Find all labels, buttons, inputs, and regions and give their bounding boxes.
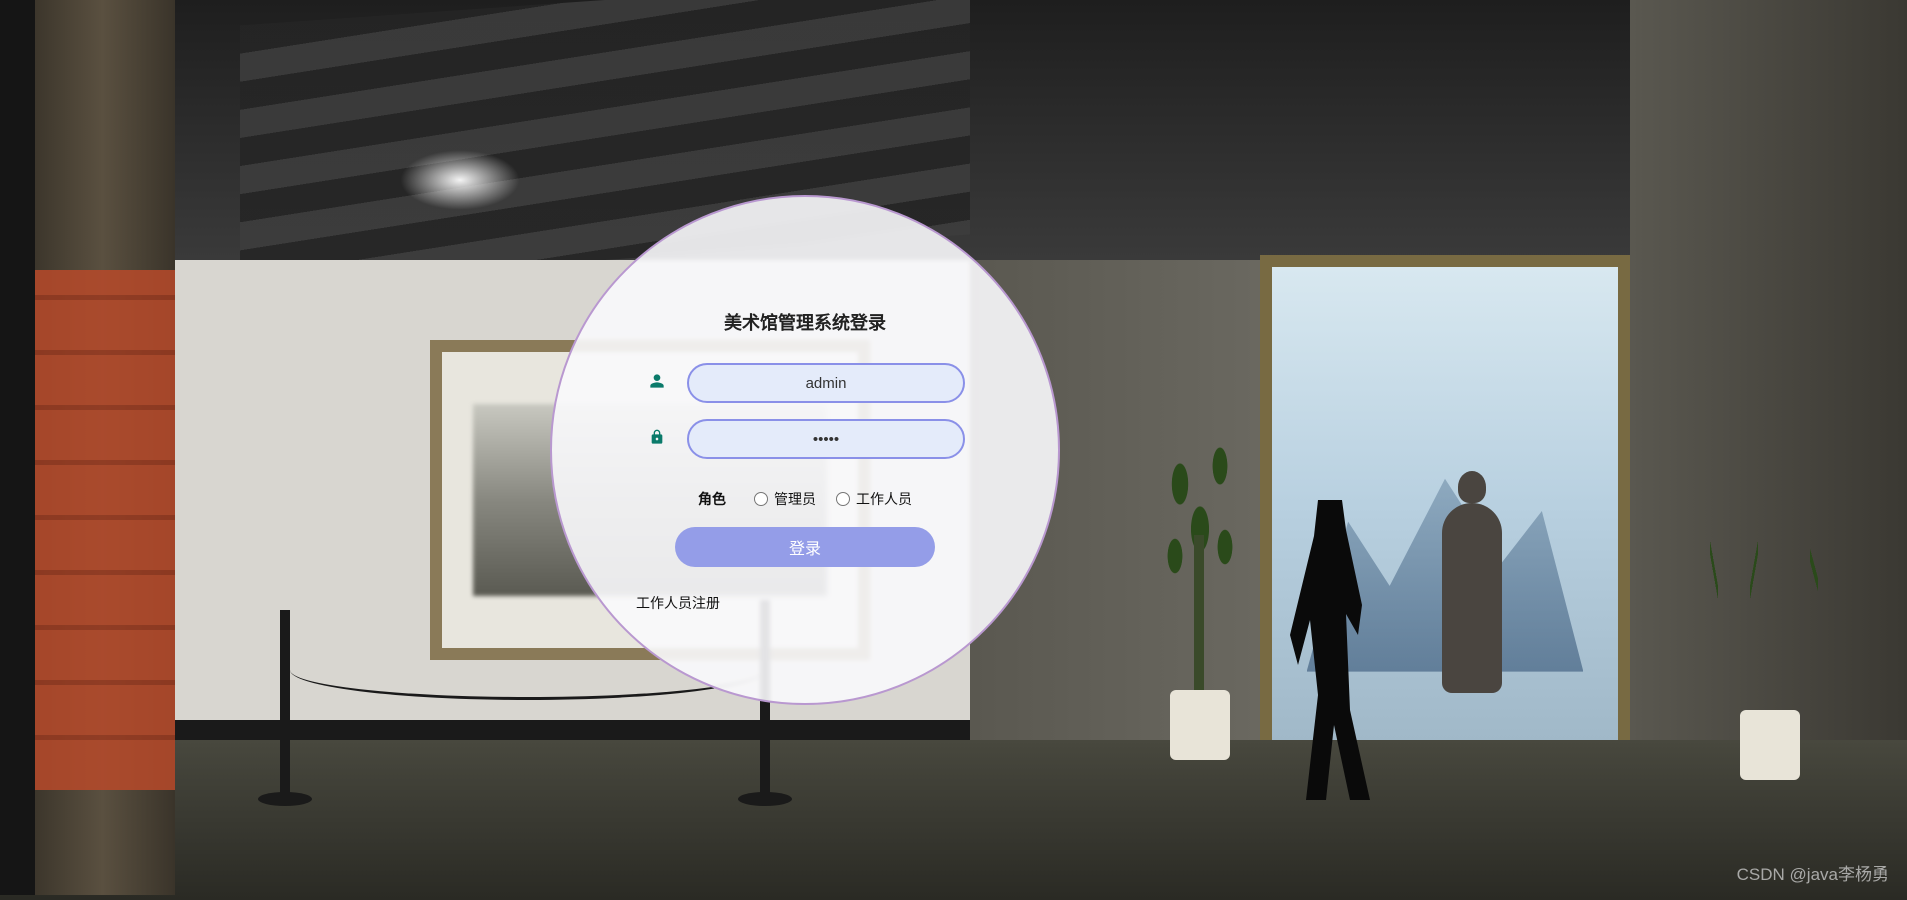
- lock-icon: [645, 429, 669, 450]
- role-option-admin-label: 管理员: [774, 489, 816, 509]
- role-option-staff[interactable]: 工作人员: [836, 489, 912, 509]
- role-selector: 角色 管理员 工作人员: [698, 489, 912, 509]
- role-radio-staff[interactable]: [836, 492, 850, 506]
- login-title: 美术馆管理系统登录: [724, 309, 886, 335]
- role-radio-admin[interactable]: [754, 492, 768, 506]
- password-input[interactable]: [687, 419, 965, 459]
- role-option-staff-label: 工作人员: [856, 489, 912, 509]
- password-row: [645, 419, 965, 459]
- login-button[interactable]: 登录: [675, 527, 935, 567]
- staff-register-link[interactable]: 工作人员注册: [636, 593, 720, 613]
- username-input[interactable]: [687, 363, 965, 403]
- role-option-admin[interactable]: 管理员: [754, 489, 816, 509]
- watermark-text: CSDN @java李杨勇: [1737, 860, 1889, 885]
- user-icon: [645, 373, 669, 394]
- role-label: 角色: [698, 489, 726, 509]
- login-panel: 美术馆管理系统登录 角色 管理员 工作人员 登录 工作人员注册: [550, 195, 1060, 705]
- username-row: [645, 363, 965, 403]
